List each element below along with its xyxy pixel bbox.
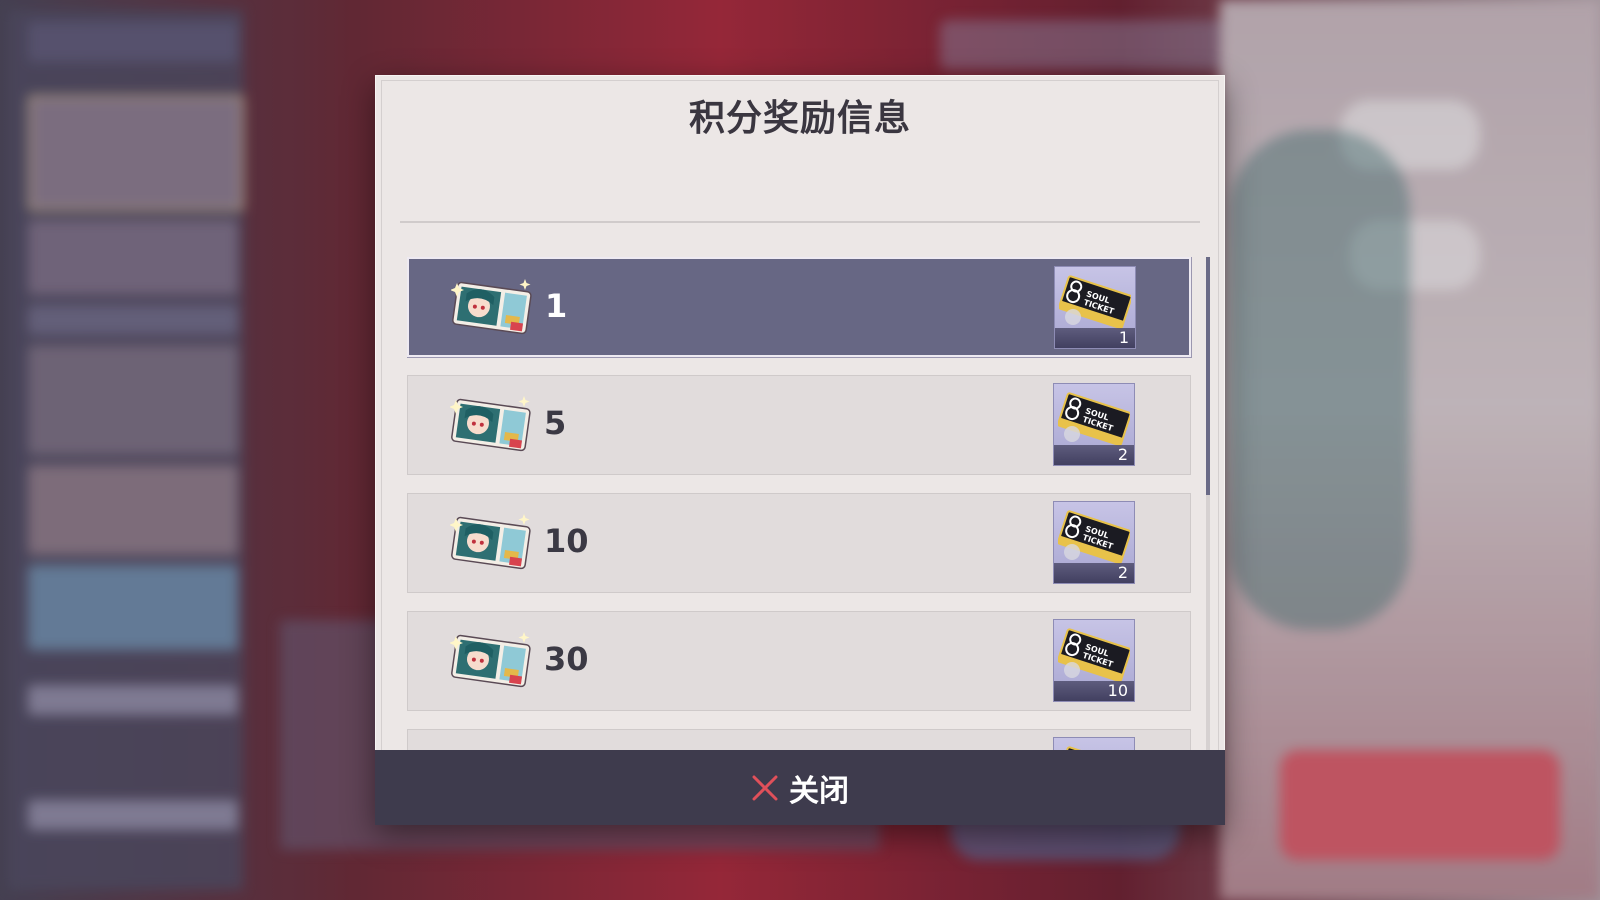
- soul-ticket-icon: SOUL TICKET: [1058, 628, 1130, 682]
- reward-item-slot[interactable]: SOUL TICKET 2: [1053, 501, 1135, 584]
- item-count: 2: [1117, 563, 1128, 582]
- title-divider: [400, 221, 1200, 223]
- close-button-label: 关闭: [789, 773, 849, 809]
- reward-points: 10: [544, 522, 589, 560]
- reward-row[interactable]: 30 SOUL TICKET 10: [407, 611, 1191, 711]
- game-screen: 积分奖励信息 1 SOUL TICKET 1 5 SOUL TICKET 2 1…: [0, 0, 1600, 900]
- reward-info-dialog: 积分奖励信息 1 SOUL TICKET 1 5 SOUL TICKET 2 1…: [375, 75, 1225, 825]
- reward-points: 1: [545, 287, 568, 325]
- scrollbar-thumb[interactable]: [1206, 257, 1210, 495]
- character-ticket-icon: [451, 279, 532, 335]
- character-ticket-icon: [450, 632, 531, 688]
- reward-item-slot[interactable]: SOUL TICKET 10: [1053, 619, 1135, 702]
- soul-ticket-icon: SOUL TICKET: [1058, 510, 1130, 564]
- reward-row[interactable]: 1 SOUL TICKET 1: [407, 257, 1191, 357]
- reward-row[interactable]: 10 SOUL TICKET 2: [407, 493, 1191, 593]
- scrollbar[interactable]: [1206, 257, 1210, 814]
- soul-ticket-icon: SOUL TICKET: [1059, 275, 1131, 329]
- reward-item-slot[interactable]: SOUL TICKET 2: [1053, 383, 1135, 466]
- close-button[interactable]: 关闭: [375, 750, 1225, 825]
- reward-points: 5: [544, 404, 567, 442]
- reward-points: 30: [544, 640, 589, 678]
- item-count: 1: [1118, 328, 1129, 347]
- character-ticket-icon: [450, 396, 531, 452]
- reward-list[interactable]: 1 SOUL TICKET 1 5 SOUL TICKET 2 10 SOUL …: [407, 257, 1193, 809]
- dialog-title: 积分奖励信息: [688, 98, 911, 139]
- character-ticket-icon: [450, 514, 531, 570]
- item-count: 2: [1117, 445, 1128, 464]
- close-icon: [752, 775, 778, 800]
- reward-item-slot[interactable]: SOUL TICKET 1: [1054, 266, 1136, 349]
- reward-row[interactable]: 5 SOUL TICKET 2: [407, 375, 1191, 475]
- soul-ticket-icon: SOUL TICKET: [1058, 392, 1130, 446]
- item-count: 10: [1107, 681, 1128, 700]
